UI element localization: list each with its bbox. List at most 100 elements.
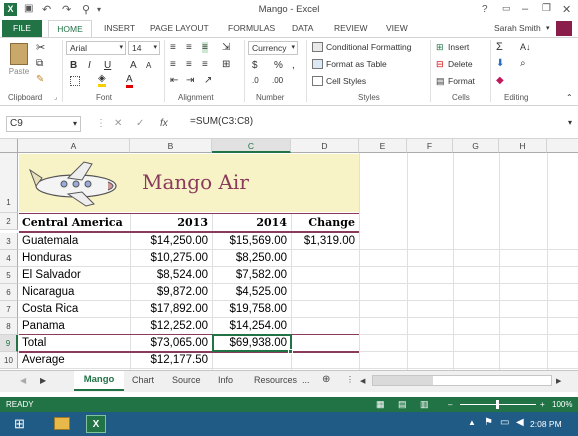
underline-button[interactable]: U [104,60,111,71]
close-icon[interactable]: ✕ [562,3,571,16]
autosum-icon[interactable]: Σ [496,41,503,53]
horizontal-scrollbar[interactable] [372,375,552,386]
column-header[interactable]: E [359,139,407,153]
format-as-table-button[interactable]: Format as Table [326,59,387,69]
row-header[interactable]: 7 [0,301,18,318]
formula-input[interactable]: =SUM(C3:C8) [190,116,253,127]
number-format-select[interactable]: Currency ▾ [248,41,298,55]
cell-styles-icon[interactable] [312,76,323,86]
column-header[interactable]: F [407,139,453,153]
table-cell[interactable]: Honduras [22,250,133,267]
column-header[interactable] [547,139,578,153]
merge-center-icon[interactable]: ⊞ [222,59,230,70]
scroll-tabs-right-icon[interactable]: ▶ [40,376,46,385]
row-header[interactable]: 4 [0,250,18,267]
font-name-select[interactable]: Arial ▾ [66,41,126,55]
fill-handle[interactable] [288,349,293,354]
sheet-tab-source[interactable]: Source [172,375,201,385]
sheet-title[interactable]: Mango Air [142,170,249,194]
row-header[interactable]: 9 [0,335,18,352]
header-cell[interactable]: Central America [22,214,123,231]
table-cell[interactable] [291,267,359,284]
format-as-table-icon[interactable] [312,59,323,69]
orientation-icon[interactable]: ↗ [204,75,212,86]
sheet-tab-mango[interactable]: Mango [74,371,124,391]
zoom-level[interactable]: 100% [552,397,572,412]
more-sheets-button[interactable]: ... [302,375,310,385]
page-break-view-icon[interactable]: ▥ [420,397,429,412]
column-header[interactable]: H [499,139,547,153]
table-cell[interactable]: Guatemala [22,233,133,250]
conditional-formatting-button[interactable]: Conditional Formatting [326,42,412,52]
align-top-icon[interactable]: ≡ [170,42,176,53]
collapse-ribbon-icon[interactable]: ⌃ [566,93,573,102]
comma-style-button[interactable]: , [292,60,295,71]
table-cell[interactable]: $4,525.00 [212,284,291,301]
tab-data[interactable]: DATA [292,23,313,33]
insert-cells-button[interactable]: Insert [448,42,469,52]
avatar[interactable] [556,21,572,36]
cancel-icon[interactable]: ✕ [114,118,122,129]
row-header[interactable]: 10 [0,352,18,369]
table-cell[interactable]: $12,252.00 [130,318,212,335]
display-icon[interactable]: ▭ [500,417,509,428]
tab-page-layout[interactable]: PAGE LAYOUT [150,23,209,33]
new-sheet-icon[interactable]: ⊕ [322,374,330,385]
table-cell[interactable] [212,352,291,369]
user-name[interactable]: Sarah Smith [494,23,541,33]
column-header[interactable]: C [212,139,291,153]
zoom-out-icon[interactable]: – [448,397,452,412]
insert-cells-icon[interactable]: ⊞ [436,42,444,53]
split-handle-icon[interactable]: ⋮ [346,375,354,384]
decrease-indent-icon[interactable]: ⇤ [170,75,178,86]
table-cell[interactable]: Average [22,352,133,369]
format-painter-icon[interactable]: ✎ [36,74,44,85]
decrease-decimal-icon[interactable]: .00 [272,76,283,85]
header-cell[interactable]: Change [291,214,359,231]
table-cell[interactable]: $1,319.00 [291,233,359,250]
restore-icon[interactable]: ❐ [542,3,551,14]
grow-font-button[interactable]: A [130,60,137,71]
excel-taskbar-icon[interactable]: X [86,415,106,433]
table-cell[interactable] [291,284,359,301]
table-cell[interactable] [291,352,359,369]
row-header[interactable]: 6 [0,284,18,301]
accounting-format-button[interactable]: $ [252,60,258,71]
fill-color-icon[interactable]: ◈ [98,74,106,87]
align-right-icon[interactable]: ≡ [202,59,208,70]
sheet-tab-resources[interactable]: Resources [254,375,297,385]
help-icon[interactable]: ? [482,4,488,15]
zoom-in-icon[interactable]: + [540,397,545,412]
table-cell[interactable]: El Salvador [22,267,133,284]
tab-review[interactable]: REVIEW [334,23,368,33]
page-layout-view-icon[interactable]: ▤ [398,397,407,412]
zoom-slider[interactable] [460,400,536,409]
increase-indent-icon[interactable]: ⇥ [186,75,194,86]
select-all-button[interactable] [0,139,18,153]
conditional-formatting-icon[interactable] [312,42,323,52]
normal-view-icon[interactable]: ▦ [376,397,385,412]
table-cell[interactable]: $19,758.00 [212,301,291,318]
scroll-left-icon[interactable]: ◀ [360,377,365,385]
tab-insert[interactable]: INSERT [104,23,135,33]
delete-cells-icon[interactable]: ⊟ [436,59,444,70]
file-explorer-icon[interactable] [54,417,70,430]
volume-icon[interactable]: ◀ [516,417,524,428]
dialog-launcher-icon[interactable]: ⌟ [54,93,57,101]
row-header[interactable]: 2 [0,213,18,230]
bold-button[interactable]: B [70,60,77,71]
table-cell[interactable]: $8,524.00 [130,267,212,284]
header-cell[interactable]: 2013 [130,214,212,231]
table-cell[interactable]: Costa Rica [22,301,133,318]
clock[interactable]: 2:08 PM [530,419,562,429]
cell-styles-button[interactable]: Cell Styles [326,76,366,86]
table-cell[interactable]: $73,065.00 [130,335,212,352]
table-cell[interactable]: $14,254.00 [212,318,291,335]
wrap-text-icon[interactable]: ⇲ [222,42,230,53]
table-cell[interactable] [291,250,359,267]
insert-function-icon[interactable]: fx [160,118,168,129]
header-cell[interactable]: 2014 [212,214,291,231]
fill-icon[interactable]: ⬇ [496,58,504,69]
table-cell[interactable]: $12,177.50 [130,352,212,369]
tray-arrow-icon[interactable]: ▲ [468,418,476,427]
